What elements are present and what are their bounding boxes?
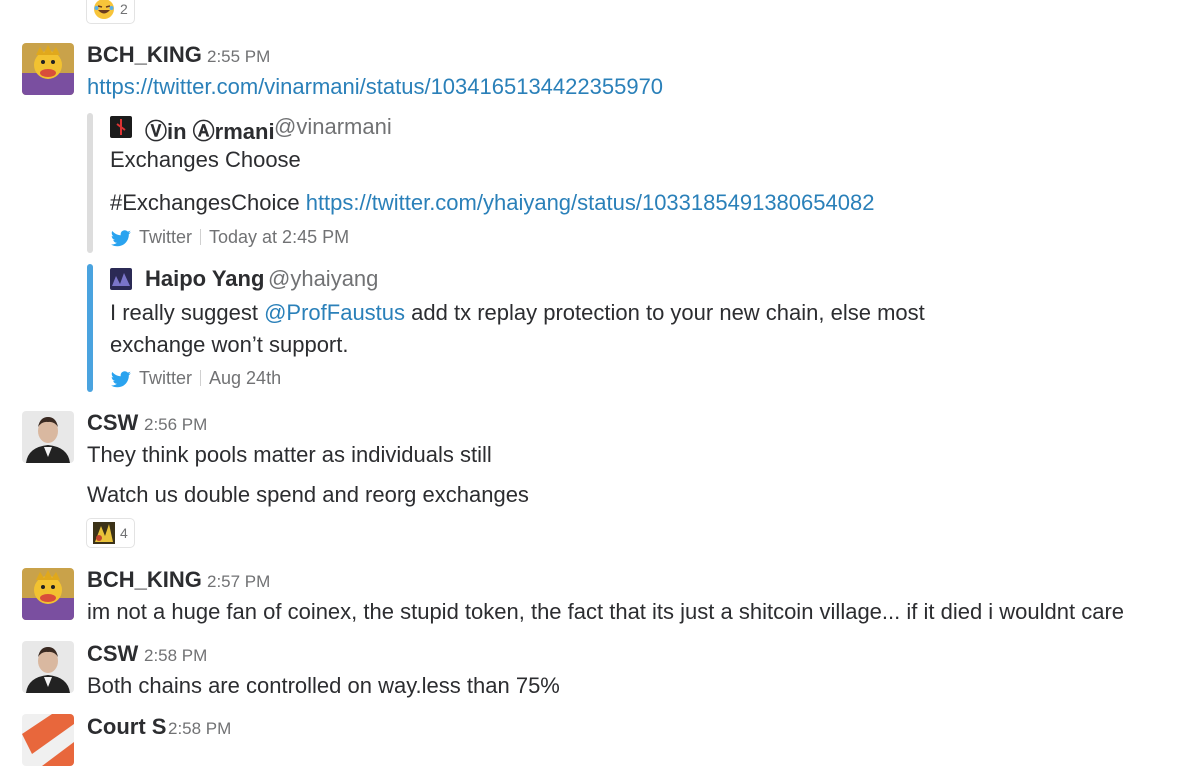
attachment-handle: @vinarmani [274, 114, 392, 139]
text-segment: add tx replay protection to your new cha… [411, 300, 925, 325]
attachment-text-line2: #ExchangesChoice https://twitter.com/yha… [110, 190, 874, 216]
message-author[interactable]: BCH_KING [87, 567, 202, 593]
avatar-csw[interactable] [22, 641, 74, 693]
attachment-text: I really suggest @ProfFaustus add tx rep… [110, 300, 925, 326]
message-timestamp[interactable]: 2:58 PM [168, 719, 231, 739]
laughing-emoji-icon [94, 0, 114, 19]
message-timestamp[interactable]: 2:55 PM [207, 47, 270, 67]
attachment-date[interactable]: Aug 24th [209, 368, 281, 388]
bch-king-avatar-icon [22, 568, 74, 620]
message-timestamp[interactable]: 2:57 PM [207, 572, 270, 592]
text-segment: I really suggest [110, 300, 258, 325]
attachment-link[interactable]: https://twitter.com/yhaiyang/status/1033… [306, 190, 875, 215]
tweet-link[interactable]: https://twitter.com/vinarmani/status/103… [87, 74, 663, 100]
message-text: They think pools matter as individuals s… [87, 442, 492, 467]
message-timestamp[interactable]: 2:56 PM [144, 415, 207, 435]
csw-avatar-icon [22, 411, 74, 463]
message-timestamp[interactable]: 2:58 PM [144, 646, 207, 666]
attachment-author[interactable]: Haipo Yang [145, 266, 264, 292]
vinarmani-avatar-icon [110, 116, 132, 138]
avatar-bch-king[interactable] [22, 568, 74, 620]
bch-king-avatar-icon [22, 43, 74, 95]
reaction-custom[interactable]: 4 [86, 518, 135, 548]
message-author[interactable]: Court S [87, 714, 166, 740]
message-author[interactable]: CSW [87, 410, 138, 436]
attachment-source: Twitter [139, 368, 193, 388]
message-author[interactable]: CSW [87, 641, 138, 667]
attachment-source: Twitter [139, 227, 193, 247]
user-mention[interactable]: @ProfFaustus [264, 300, 405, 325]
haipo-yang-avatar-icon [110, 268, 132, 290]
reaction-laughing[interactable]: 2 [86, 0, 135, 24]
csw-avatar-icon [22, 641, 74, 693]
message-author[interactable]: BCH_KING [87, 42, 202, 68]
attachment-text-line2: exchange won’t support. [110, 332, 349, 357]
twitter-bird-icon [111, 371, 131, 388]
attachment-border [87, 113, 93, 253]
attachment-footer: Twitter Today at 2:45 PM [139, 227, 349, 248]
attachment-author[interactable]: Ⓥin Ⓐrmani [145, 114, 275, 146]
reaction-count: 2 [120, 1, 128, 17]
message-text: im not a huge fan of coinex, the stupid … [87, 599, 1125, 624]
attachment-text: Exchanges Choose [110, 147, 301, 172]
reaction-count: 4 [120, 525, 128, 541]
court-s-avatar-icon [22, 714, 74, 766]
attachment-date[interactable]: Today at 2:45 PM [209, 227, 349, 247]
twitter-bird-icon [111, 230, 131, 247]
attachment-footer: Twitter Aug 24th [139, 368, 281, 389]
message-text: Watch us double spend and reorg exchange… [87, 482, 529, 507]
avatar-csw[interactable] [22, 411, 74, 463]
avatar-court-s[interactable] [22, 714, 74, 766]
message-text: Both chains are controlled on way.less t… [87, 673, 560, 698]
avatar-bch-king[interactable] [22, 43, 74, 95]
custom-emoji-icon [93, 522, 115, 544]
attachment-border [87, 264, 93, 392]
attachment-handle: @yhaiyang [268, 266, 379, 291]
hashtag: #ExchangesChoice [110, 190, 300, 215]
